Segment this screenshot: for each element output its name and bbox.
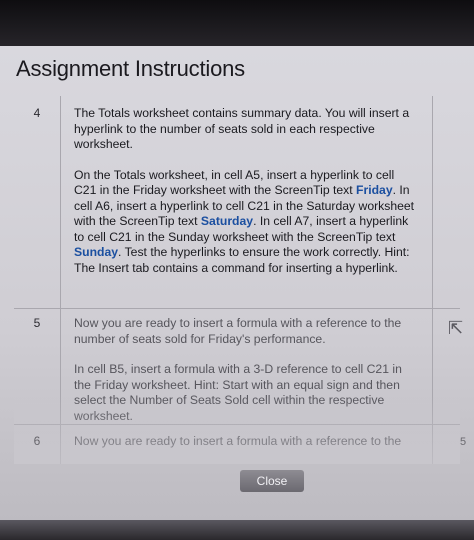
step-text: Now you are ready to insert a formula wi… <box>74 434 419 450</box>
step-intro: Now you are ready to insert a formula wi… <box>74 434 402 448</box>
step-number: 6 <box>33 434 41 448</box>
side-number: 5 <box>460 436 467 448</box>
screen-bezel-top <box>0 0 474 46</box>
step-number: 5 <box>33 316 41 330</box>
column-divider-right <box>432 96 433 464</box>
step-intro: Now you are ready to insert a formula wi… <box>74 316 402 346</box>
step-detail: In cell B5, insert a formula with a 3-D … <box>74 362 402 423</box>
row-divider <box>14 308 460 309</box>
cursor-icon: ⇱ <box>448 318 464 338</box>
screentip-text: Sunday <box>74 245 119 259</box>
instructions-table[interactable]: 4 The Totals worksheet contains summary … <box>14 96 460 464</box>
dialog-title: Assignment Instructions <box>16 56 245 81</box>
step-detail: On the Totals worksheet, in cell A5, ins… <box>74 167 415 275</box>
screen-bezel-bottom <box>0 520 474 540</box>
screentip-text: Saturday <box>200 214 254 228</box>
close-button[interactable]: Close <box>240 470 304 492</box>
column-divider <box>60 96 61 464</box>
step-intro: The Totals worksheet contains summary da… <box>74 106 410 151</box>
screentip-text: Friday <box>356 183 393 197</box>
step-number: 4 <box>33 106 41 120</box>
step-text: The Totals worksheet contains summary da… <box>74 106 419 276</box>
step-text: Now you are ready to insert a formula wi… <box>74 316 419 424</box>
row-divider <box>14 424 460 425</box>
